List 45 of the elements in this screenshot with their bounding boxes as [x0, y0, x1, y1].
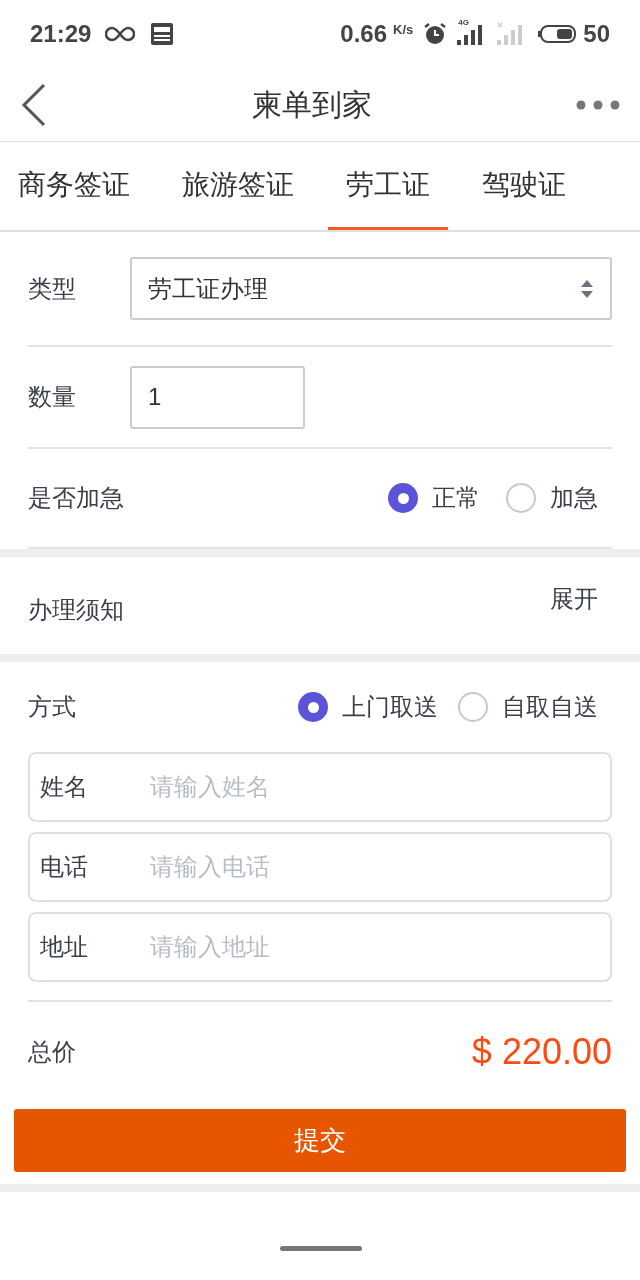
back-icon[interactable] [20, 82, 48, 127]
text-input[interactable]: 请输入地址 [150, 914, 600, 980]
speed-unit: K/s [393, 21, 414, 39]
tab[interactable]: 商务签证 [18, 142, 130, 230]
input-field[interactable]: 电话 请输入电话 [28, 832, 612, 902]
infinity-icon [105, 26, 136, 42]
radio-button[interactable] [388, 483, 418, 513]
page-title: 柬单到家 [252, 87, 372, 123]
text-input[interactable]: 请输入姓名 [150, 754, 600, 820]
input-field[interactable]: 姓名 请输入姓名 [28, 752, 612, 822]
news-icon [151, 23, 174, 45]
radio-label: 自取自送 [502, 692, 598, 722]
tab[interactable]: 旅游签证 [182, 142, 294, 230]
radio-label: 正常 [432, 483, 480, 513]
alarm-icon [423, 22, 448, 46]
battery-level: 50 [583, 19, 610, 49]
type-select[interactable]: 劳工证办理 [130, 257, 612, 320]
field-label: 姓名 [40, 772, 89, 802]
tab[interactable]: 劳工证 [328, 142, 448, 230]
clock-time: 21:29 [30, 19, 92, 49]
radio-button[interactable] [506, 483, 536, 513]
expand-link[interactable]: 展开 [550, 580, 612, 617]
field-label: 方式 [28, 692, 76, 722]
radio-label: 加急 [550, 483, 598, 513]
radio-button[interactable] [298, 692, 328, 722]
field-label: 类型 [28, 273, 77, 304]
more-icon[interactable] [576, 99, 620, 110]
submit-button[interactable]: 提交 [14, 1109, 626, 1172]
field-label: 是否加急 [28, 483, 124, 513]
network-speed: 0.66 [340, 19, 388, 49]
radio-label: 上门取送 [342, 692, 438, 722]
battery-icon [537, 24, 578, 44]
input-field[interactable]: 地址 请输入地址 [28, 912, 612, 982]
field-label: 地址 [40, 932, 89, 962]
field-label: 电话 [40, 852, 89, 882]
sort-icon [580, 278, 594, 299]
total-price: $ 220.00 [471, 1030, 612, 1074]
field-label: 办理须知 [28, 594, 124, 625]
field-label: 总价 [28, 1037, 76, 1067]
text-input[interactable]: 请输入电话 [150, 834, 600, 900]
tab[interactable]: 驾驶证 [482, 142, 566, 230]
radio-button[interactable] [458, 692, 488, 722]
quantity-field[interactable]: 1 [130, 365, 305, 429]
network-type: 4G [458, 19, 469, 27]
field-label: 数量 [28, 382, 77, 412]
